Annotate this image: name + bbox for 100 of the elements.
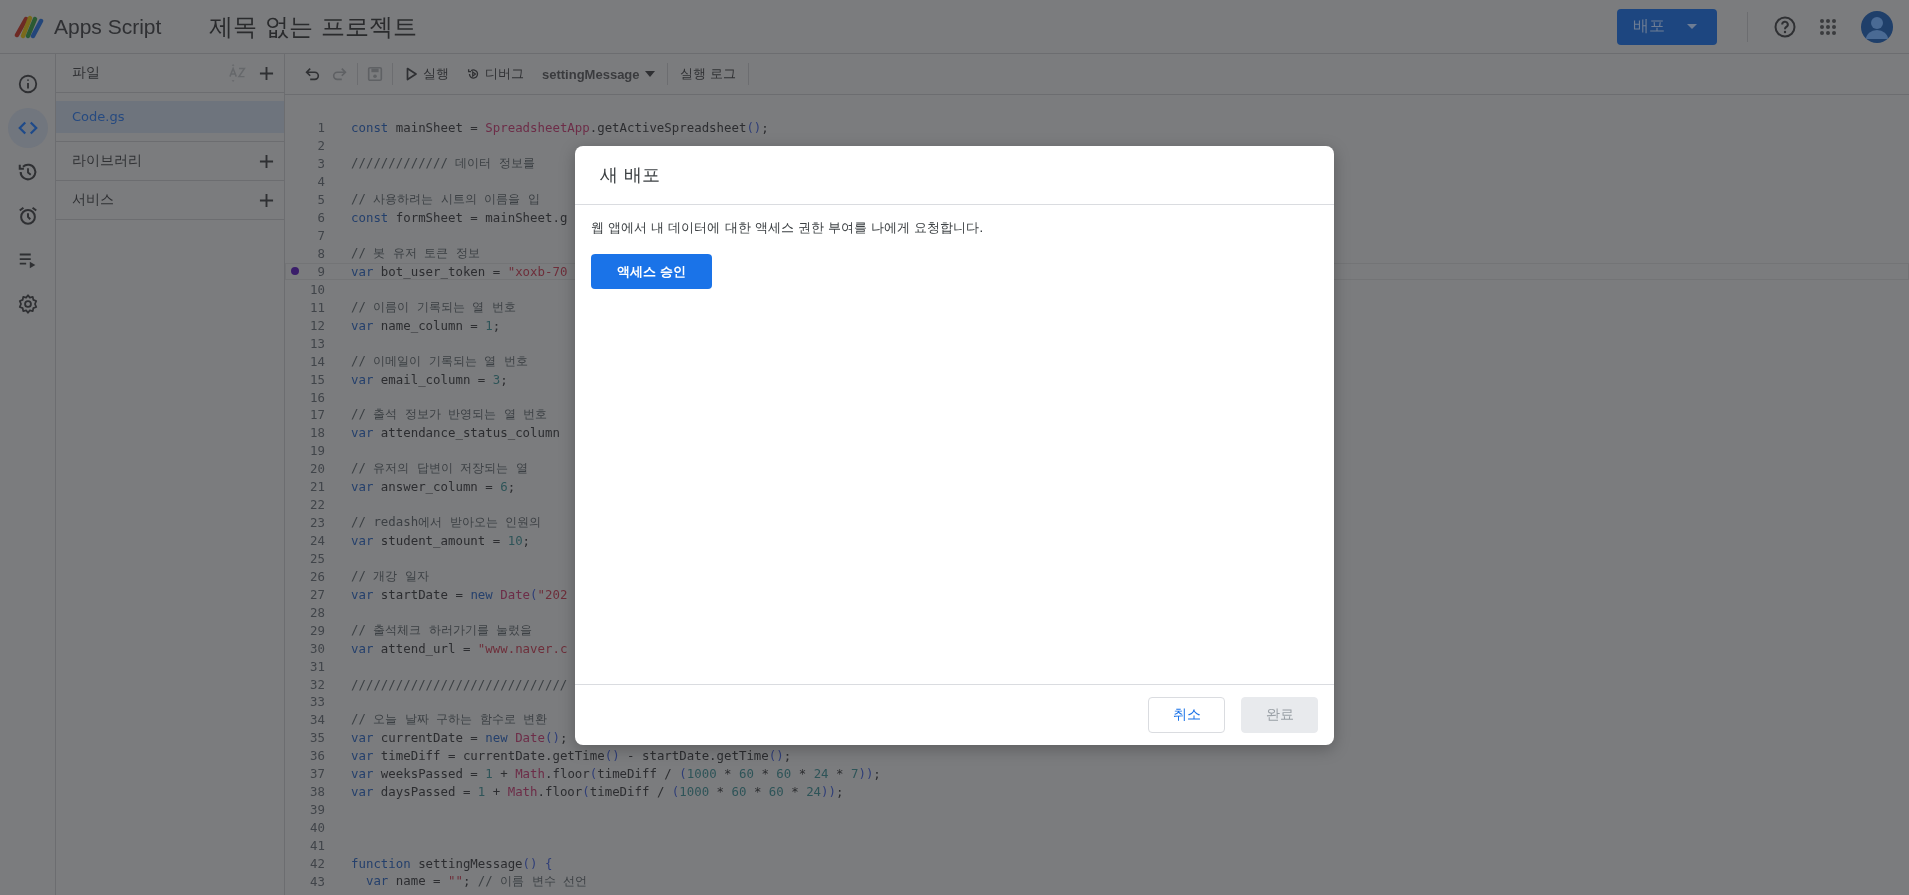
- code-line: // 이메일이 기록되는 열 번호: [351, 352, 528, 370]
- line-number: 19: [309, 443, 325, 459]
- avatar[interactable]: [1861, 10, 1893, 43]
- line-number: 2: [316, 138, 325, 154]
- code-line: // 봇 유저 토큰 정보: [351, 245, 480, 263]
- settings-icon: [16, 293, 39, 315]
- code-line: var answer_column = 6;: [351, 479, 516, 495]
- line-number: 32: [309, 676, 325, 692]
- code-line: var email_column = 3;: [351, 371, 508, 387]
- line-number: 7: [316, 228, 325, 244]
- code-line: ///////////// 데이터 정보를: [351, 155, 535, 173]
- line-number: 3: [316, 156, 325, 172]
- debug-button[interactable]: 디버그: [463, 65, 528, 83]
- authorize-access-button[interactable]: 액세스 승인: [591, 254, 712, 289]
- line-number: 35: [309, 730, 325, 746]
- line-number: 38: [309, 784, 325, 800]
- rail-button[interactable]: [7, 108, 48, 148]
- line-number: 15: [309, 371, 325, 387]
- line-number: 31: [309, 658, 325, 674]
- line-number: 10: [309, 281, 325, 297]
- line-number: 5: [316, 192, 325, 208]
- line-number: 9: [316, 263, 325, 279]
- line-number: 34: [309, 712, 325, 728]
- code-line: // 출석 정보가 반영되는 열 번호: [351, 406, 548, 424]
- code-line: var weeksPassed = 1 + Math.floor(timeDiff / (1000 * 60 * 60 * 24 * 7));: [351, 766, 881, 782]
- line-number: 1: [316, 120, 325, 136]
- code-line: // 출석체크 하러가기를 눌렀을: [351, 621, 533, 639]
- line-number: 8: [316, 246, 325, 262]
- code-line: const mainSheet = SpreadsheetApp.getActiveSpreadsheet();: [351, 120, 769, 136]
- info-icon: [16, 73, 39, 95]
- log-button[interactable]: 실행 로그: [675, 65, 740, 83]
- app-name: Apps Script: [54, 14, 162, 39]
- help-icon[interactable]: [1773, 14, 1797, 39]
- code-line: // 오늘 날짜 구하는 함수로 변환: [351, 711, 548, 729]
- line-number: 26: [309, 568, 325, 584]
- code-line: // redash에서 받아오는 인원의: [351, 514, 542, 532]
- line-number: 40: [309, 820, 325, 836]
- code-line: var currentDate = new Date();: [351, 730, 568, 746]
- add-icon[interactable]: [259, 192, 274, 208]
- line-number: 24: [309, 533, 325, 549]
- project-title[interactable]: 제목 없는 프로젝트: [209, 10, 417, 43]
- line-number: 20: [309, 461, 325, 477]
- section-heading: 라이브러리: [72, 152, 143, 170]
- debug-icon: [467, 67, 480, 81]
- line-number: 27: [309, 586, 325, 602]
- line-number: 41: [309, 837, 325, 853]
- line-number: 25: [309, 550, 325, 566]
- play-icon: [405, 67, 418, 81]
- run-button[interactable]: 실행: [401, 65, 453, 83]
- line-number: 6: [316, 210, 325, 226]
- line-number: 14: [309, 353, 325, 369]
- line-number: 18: [309, 425, 325, 441]
- file-item[interactable]: Code.gs: [56, 101, 284, 133]
- code-line: var name = ""; // 이름 변수 선언: [364, 872, 588, 890]
- code-line: var startDate = new Date("202: [351, 586, 568, 602]
- code-line: /////////////////////////////: [351, 676, 568, 692]
- caret-icon: [644, 71, 655, 77]
- code-line: var bot_user_token = "xoxb-70: [351, 263, 568, 279]
- line-number: 17: [309, 407, 325, 423]
- add-icon[interactable]: [259, 65, 274, 81]
- line-number: 30: [309, 640, 325, 656]
- line-number: 16: [309, 389, 325, 405]
- line-number: 28: [309, 604, 325, 620]
- line-number: 33: [309, 694, 325, 710]
- line-number: 4: [316, 174, 325, 190]
- line-number: 42: [309, 855, 325, 871]
- apps-grid-icon[interactable]: [1819, 17, 1837, 36]
- cancel-button[interactable]: 취소: [1148, 697, 1225, 733]
- line-number: 37: [309, 766, 325, 782]
- code-line: // 유저의 답변이 저장되는 열: [351, 460, 528, 478]
- line-number: 22: [309, 497, 325, 513]
- line-number: 36: [309, 748, 325, 764]
- deploy-button[interactable]: 배포: [1617, 8, 1717, 45]
- logo-icon: [14, 14, 44, 39]
- line-number: 11: [309, 299, 325, 315]
- caret-icon: [1687, 24, 1697, 29]
- line-number: 21: [309, 479, 325, 495]
- breakpoint-dot[interactable]: [291, 267, 299, 276]
- line-number: 43: [309, 873, 325, 889]
- line-number: 39: [309, 802, 325, 818]
- line-number: 12: [309, 317, 325, 333]
- dialog-title: 새 배포: [600, 163, 660, 187]
- code-line: var daysPassed = 1 + Math.floor(timeDiff / (1000 * 60 * 60 * 24));: [351, 784, 844, 800]
- code-line: var attend_url = "www.naver.c: [351, 640, 568, 656]
- code-line: function settingMessage() {: [351, 855, 553, 871]
- dialog-message: 웹 앱에서 내 데이터에 대한 액세스 권한 부여를 나에게 요청합니다.: [591, 219, 985, 237]
- add-icon[interactable]: [259, 153, 274, 169]
- function-dropdown[interactable]: settingMessage: [538, 66, 659, 82]
- alarm-clock-icon: [16, 205, 39, 227]
- code-line: var student_amount = 10;: [351, 533, 531, 549]
- code-line: // 사용하려는 시트의 이름을 입: [351, 191, 540, 209]
- code-line: var name_column = 1;: [351, 317, 501, 333]
- line-number: 29: [309, 622, 325, 638]
- undo-icon[interactable]: [303, 65, 321, 83]
- code-line: const formSheet = mainSheet.g: [351, 210, 568, 226]
- code-line: var attendance_status_column: [351, 425, 560, 441]
- line-number: 13: [309, 335, 325, 351]
- line-number: 23: [309, 515, 325, 531]
- section-heading: 서비스: [72, 191, 115, 209]
- history-icon: [16, 161, 39, 183]
